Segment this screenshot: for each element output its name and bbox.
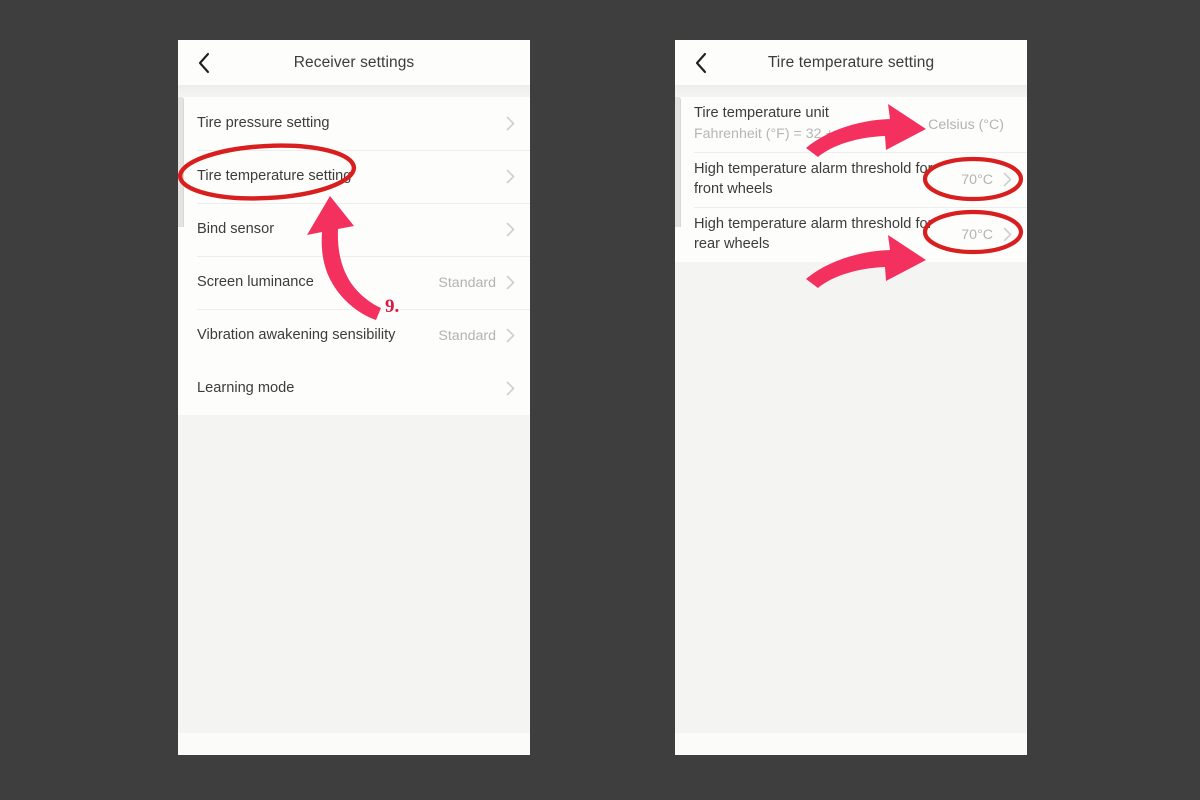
chevron-right-icon xyxy=(505,221,516,239)
row-value: 70°C xyxy=(961,226,993,243)
chevron-right-icon xyxy=(1002,171,1013,189)
row-high-temp-threshold-rear[interactable]: High temperature alarm threshold for rea… xyxy=(675,207,1027,262)
back-button[interactable] xyxy=(191,50,217,76)
app-bar: Receiver settings xyxy=(178,40,530,85)
row-label: Learning mode xyxy=(197,379,295,396)
row-screen-luminance[interactable]: Screen luminance Standard xyxy=(178,256,530,309)
chevron-right-icon xyxy=(1002,226,1013,244)
app-bar-shadow xyxy=(178,85,530,97)
row-label: High temperature alarm threshold for rea… xyxy=(694,215,933,252)
row-label-text: Tire temperature unit xyxy=(694,105,829,122)
row-subtitle: Fahrenheit (°F) = 32 + xyxy=(694,126,834,143)
chevron-left-icon xyxy=(198,52,211,74)
row-value: Celsius (°C) xyxy=(928,116,1004,133)
phone-screen-tire-temperature-setting: Tire temperature setting Tire temperatur… xyxy=(675,40,1027,755)
settings-list-group-2: Learning mode xyxy=(178,362,530,415)
row-value: 70°C xyxy=(961,171,993,188)
phone-screen-receiver-settings: Receiver settings Tire pressure setting … xyxy=(178,40,530,755)
scroll-edge-indicator xyxy=(178,97,184,227)
chevron-left-icon xyxy=(695,52,708,74)
page-title: Tire temperature setting xyxy=(767,53,935,71)
temperature-settings-list: Tire temperature unit Fahrenheit (°F) = … xyxy=(675,97,1027,262)
chevron-right-icon xyxy=(505,380,516,398)
app-bar-shadow xyxy=(675,85,1027,97)
page-title: Receiver settings xyxy=(293,53,415,71)
row-vibration-awakening-sensibility[interactable]: Vibration awakening sensibility Standard xyxy=(178,309,530,362)
bottom-band xyxy=(178,733,530,755)
row-value: Standard xyxy=(438,327,496,344)
row-value: Standard xyxy=(438,274,496,291)
row-label: Screen luminance xyxy=(197,273,314,290)
empty-area xyxy=(178,415,530,733)
scroll-edge-indicator xyxy=(675,97,681,227)
row-label: Tire temperature unit Fahrenheit (°F) = … xyxy=(694,104,928,144)
row-label: Tire temperature setting xyxy=(197,167,352,184)
chevron-right-icon xyxy=(505,168,516,186)
row-tire-temperature-setting[interactable]: Tire temperature setting xyxy=(178,150,530,203)
chevron-right-icon xyxy=(505,327,516,345)
row-learning-mode[interactable]: Learning mode xyxy=(178,362,530,415)
empty-area xyxy=(675,262,1027,733)
row-label: Vibration awakening sensibility xyxy=(197,326,396,343)
row-tire-pressure-setting[interactable]: Tire pressure setting xyxy=(178,97,530,150)
row-tire-temperature-unit[interactable]: Tire temperature unit Fahrenheit (°F) = … xyxy=(675,97,1027,152)
chevron-right-icon xyxy=(505,274,516,292)
row-label: Bind sensor xyxy=(197,220,275,237)
row-label: High temperature alarm threshold for fro… xyxy=(694,160,933,197)
chevron-right-icon xyxy=(505,115,516,133)
row-bind-sensor[interactable]: Bind sensor xyxy=(178,203,530,256)
app-bar: Tire temperature setting xyxy=(675,40,1027,85)
row-label: Tire pressure setting xyxy=(197,114,330,131)
settings-list-group-1: Tire pressure setting Tire temperature s… xyxy=(178,97,530,362)
bottom-band xyxy=(675,733,1027,755)
row-high-temp-threshold-front[interactable]: High temperature alarm threshold for fro… xyxy=(675,152,1027,207)
back-button[interactable] xyxy=(688,50,714,76)
